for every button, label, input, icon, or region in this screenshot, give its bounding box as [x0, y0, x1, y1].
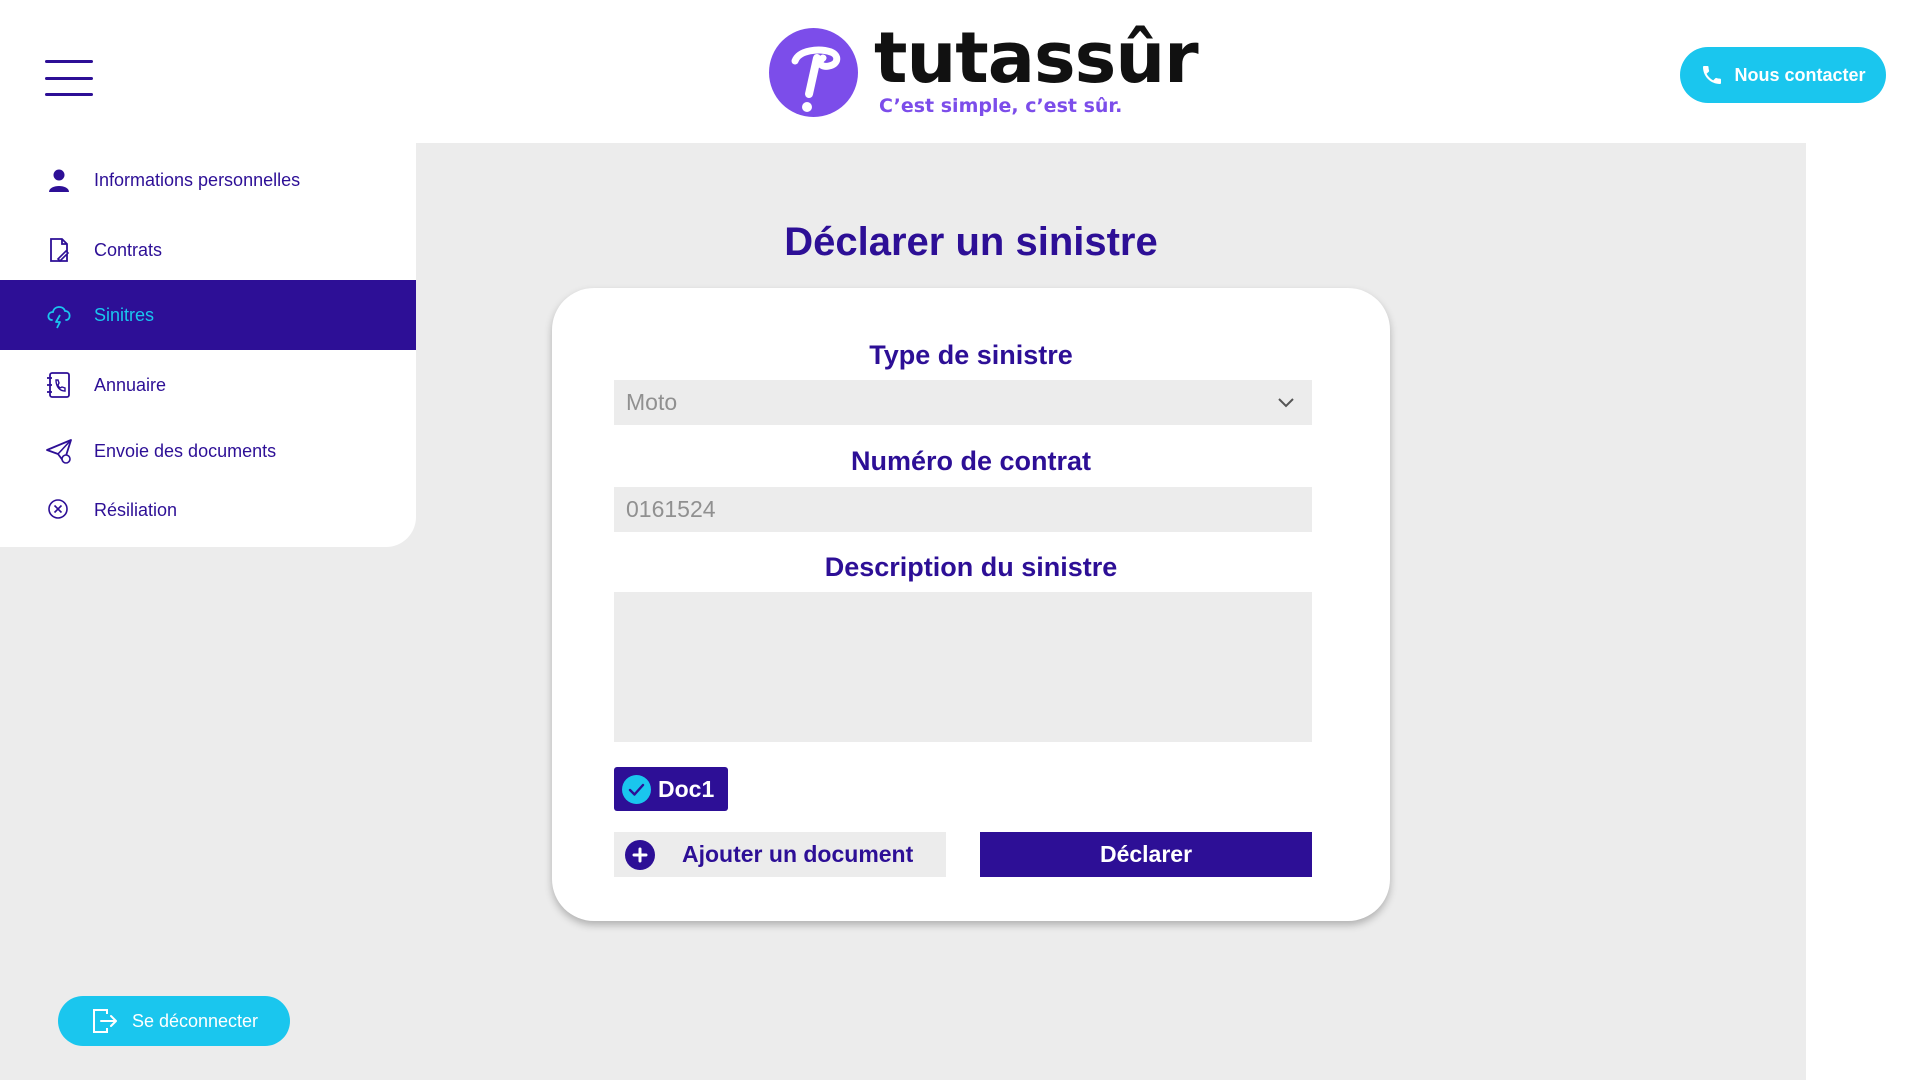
sidebar-item-label: Sinitres	[94, 304, 155, 325]
contract-number-field[interactable]: 0161524	[614, 487, 1312, 532]
add-document-button[interactable]: Ajouter un document	[614, 832, 946, 877]
sidebar-item-directory[interactable]: Annuaire	[0, 350, 416, 420]
sidebar-item-label: Informations personnelles	[94, 169, 301, 190]
attached-document-chip[interactable]: Doc1	[614, 767, 729, 811]
logo[interactable]: tutassûr C’est simple, c’est sûr.	[769, 17, 1199, 125]
logout-icon	[92, 1009, 117, 1033]
chevron-down-icon	[1278, 398, 1294, 408]
sidebar-item-label: Annuaire	[94, 374, 167, 395]
check-circle-icon	[622, 774, 651, 804]
storm-cloud-icon	[47, 306, 71, 329]
sidebar: Informations personnelles Contrats Sinit…	[0, 143, 416, 547]
logo-wordmark: tutassûr	[874, 17, 1199, 99]
contact-button[interactable]: Nous contacter	[1680, 47, 1886, 103]
sidebar-item-label: Envoie des documents	[94, 440, 277, 461]
contract-number-value: 0161524	[626, 496, 716, 522]
claim-type-label: Type de sinistre	[869, 340, 1073, 370]
logo-tagline: C’est simple, c’est sûr.	[879, 95, 1123, 117]
phone-icon	[1703, 66, 1722, 84]
contact-button-label: Nous contacter	[1734, 64, 1866, 85]
claim-form-card: Type de sinistre Moto Numéro de contrat …	[552, 288, 1390, 921]
sidebar-item-cancellation[interactable]: Résiliation	[0, 475, 416, 545]
logout-button-label: Se déconnecter	[131, 1010, 259, 1031]
description-label: Description du sinistre	[824, 552, 1118, 582]
declare-button[interactable]: Déclarer	[980, 832, 1312, 877]
claim-type-select[interactable]: Moto	[614, 380, 1312, 425]
logo-mark	[769, 28, 858, 117]
sidebar-item-label: Résiliation	[94, 499, 178, 520]
page: tutassûr C’est simple, c’est sûr. Nous c…	[0, 0, 1920, 1080]
menu-icon[interactable]	[45, 60, 93, 96]
sidebar-item-contracts[interactable]: Contrats	[0, 215, 416, 285]
paper-plane-icon	[46, 439, 72, 464]
plus-circle-icon	[625, 839, 655, 870]
sidebar-item-label: Contrats	[94, 239, 163, 260]
add-document-label: Ajouter un document	[682, 841, 914, 867]
page-title: Déclarer un sinistre	[784, 220, 1158, 264]
sidebar-item-claims[interactable]: Sinitres	[0, 280, 416, 350]
description-textarea[interactable]	[614, 592, 1312, 742]
claim-type-value: Moto	[626, 389, 678, 415]
close-circle-icon	[48, 499, 68, 519]
sidebar-item-personal-info[interactable]: Informations personnelles	[0, 145, 416, 215]
user-icon	[49, 169, 69, 192]
logout-button[interactable]: Se déconnecter	[58, 996, 290, 1046]
document-edit-icon	[50, 238, 70, 263]
contract-number-label: Numéro de contrat	[850, 446, 1092, 476]
attached-document-name: Doc1	[658, 775, 715, 802]
phone-book-icon	[47, 372, 70, 398]
